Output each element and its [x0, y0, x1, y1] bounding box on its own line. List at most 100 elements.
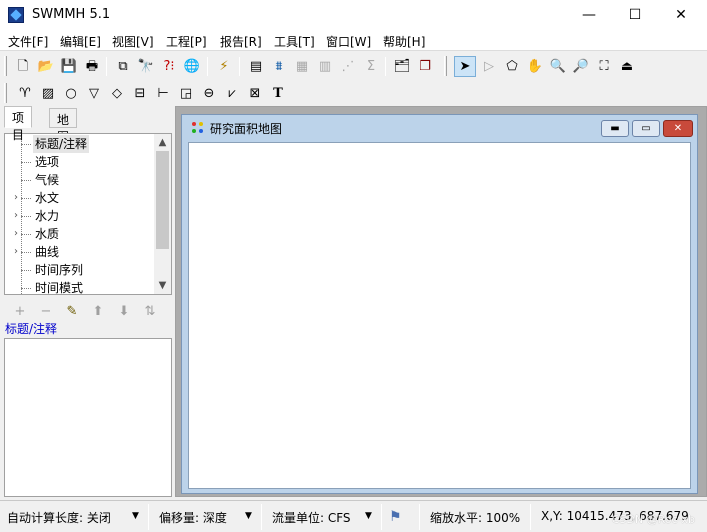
globe-icon[interactable]: 🌐	[181, 56, 203, 77]
tree-scrollbar[interactable]: ▲ ▼	[154, 134, 171, 294]
delete-object-icon[interactable]: −	[36, 303, 56, 321]
move-down-icon[interactable]: ⬇	[114, 303, 134, 321]
offsets-status[interactable]: 偏移量: 深度	[159, 509, 227, 526]
tree-item-options[interactable]: 选项	[5, 153, 155, 171]
query-icon[interactable]: ?⁝	[158, 56, 180, 77]
menu-window[interactable]: 窗口[W]	[326, 33, 371, 50]
statistics-icon[interactable]: Σ	[360, 56, 382, 77]
selected-category-label: 标题/注释	[5, 322, 58, 336]
map-minimize-button[interactable]: ▬	[601, 120, 629, 137]
tree-item-curves[interactable]: › 曲线	[5, 243, 155, 261]
orifice-icon[interactable]: ⊖	[198, 83, 220, 104]
tree-item-label: 时间序列	[35, 263, 84, 277]
app-title: SWMMH 5.1	[32, 7, 111, 22]
save-icon[interactable]: 💾	[58, 56, 80, 77]
pump-icon[interactable]: ◲	[175, 83, 197, 104]
conduit-icon[interactable]: ⊢	[152, 83, 174, 104]
tree-item-title-notes[interactable]: 标题/注释	[5, 135, 155, 153]
options-icon[interactable]: 🗂	[391, 56, 413, 77]
zoom-out-icon[interactable]: 🔎	[570, 56, 592, 77]
pan-icon[interactable]: ✋	[524, 56, 546, 77]
print-icon[interactable]: 🖶	[81, 56, 103, 77]
weir-icon[interactable]: ⩗	[221, 83, 243, 104]
edit-object-icon[interactable]: ✎	[62, 303, 82, 321]
toolbar-grip[interactable]	[4, 56, 7, 76]
open-folder-icon[interactable]: 📂	[35, 56, 57, 77]
title-bar: SWMMH 5.1 — ☐ ✕	[0, 0, 707, 31]
menu-view[interactable]: 视图[V]	[112, 33, 154, 50]
find-icon[interactable]: 🔭	[135, 56, 157, 77]
status-separator	[148, 504, 149, 530]
toolbar-grip[interactable]	[444, 56, 447, 76]
menu-report[interactable]: 报告[R]	[220, 33, 262, 50]
map-close-button[interactable]: ✕	[663, 120, 693, 137]
menu-help[interactable]: 帮助[H]	[383, 33, 425, 50]
toolbar-grip[interactable]	[4, 83, 7, 103]
map-window-titlebar[interactable]: 研究面积地图 ▬ ▭ ✕	[182, 115, 697, 141]
browser-toolbar: + − ✎ ⬆ ⬇ ⇅	[4, 300, 172, 322]
chevron-down-icon[interactable]: ▼	[245, 511, 252, 521]
close-button[interactable]: ✕	[658, 0, 704, 31]
scroll-up-icon[interactable]: ▲	[154, 134, 171, 151]
scatter-icon[interactable]: ⋰	[337, 56, 359, 77]
outlet-icon[interactable]: ⊠	[244, 83, 266, 104]
scroll-down-icon[interactable]: ▼	[154, 277, 171, 294]
chevron-down-icon[interactable]: ▼	[365, 511, 372, 521]
sort-icon[interactable]: ⇅	[140, 303, 160, 321]
chevron-down-icon[interactable]: ▼	[132, 511, 139, 521]
menu-file[interactable]: 文件[F]	[8, 33, 48, 50]
tree-item-time-patterns[interactable]: 时间模式	[5, 279, 155, 294]
junction-icon[interactable]: ○	[60, 83, 82, 104]
flow-units-status[interactable]: 流量单位: CFS	[272, 509, 351, 526]
tree-item-climatology[interactable]: 气候	[5, 171, 155, 189]
tree-item-quality[interactable]: › 水质	[5, 225, 155, 243]
menu-project[interactable]: 工程[P]	[166, 33, 207, 50]
new-file-icon[interactable]: 🗋	[12, 56, 34, 77]
arrange-windows-icon[interactable]: ❐	[414, 56, 436, 77]
menu-edit[interactable]: 编辑[E]	[60, 33, 101, 50]
tree-item-time-series[interactable]: 时间序列	[5, 261, 155, 279]
select-vertex-icon[interactable]: ▷	[478, 56, 500, 77]
copy-icon[interactable]: ⧉	[112, 56, 134, 77]
time-series-icon[interactable]: ▦	[291, 56, 313, 77]
menu-bar: 文件[F] 编辑[E] 视图[V] 工程[P] 报告[R] 工具[T] 窗口[W…	[0, 31, 707, 51]
measure-icon[interactable]: ⏏	[616, 56, 638, 77]
storage-icon[interactable]: ⊟	[129, 83, 151, 104]
profile-plot-icon[interactable]: ⩩	[268, 56, 290, 77]
map-maximize-button[interactable]: ▭	[632, 120, 660, 137]
map-canvas[interactable]	[188, 142, 691, 489]
toolbar-separator	[207, 57, 208, 76]
auto-length-status[interactable]: 自动计算长度: 关闭	[7, 509, 111, 526]
scroll-thumb[interactable]	[156, 151, 169, 249]
minimize-button[interactable]: —	[566, 0, 612, 31]
outfall-icon[interactable]: ▽	[83, 83, 105, 104]
full-extent-icon[interactable]: ⛶	[593, 56, 615, 77]
map-window-icon	[192, 122, 204, 134]
swmm-app-icon	[8, 7, 24, 23]
divider-icon[interactable]: ◇	[106, 83, 128, 104]
add-object-icon[interactable]: +	[10, 303, 30, 321]
object-list[interactable]	[4, 338, 172, 497]
report-icon[interactable]: ▤	[245, 56, 267, 77]
select-pointer-icon[interactable]: ➤	[454, 56, 476, 77]
tab-project[interactable]: 项目	[4, 106, 33, 142]
rain-gage-icon[interactable]: ♈	[14, 83, 36, 104]
subcatchment-icon[interactable]: ▨	[37, 83, 59, 104]
maximize-button[interactable]: ☐	[612, 0, 658, 31]
tree-item-hydraulics[interactable]: › 水力	[5, 207, 155, 225]
move-up-icon[interactable]: ⬆	[88, 303, 108, 321]
tab-map[interactable]: 地图	[49, 108, 78, 144]
status-separator	[530, 504, 531, 530]
table-icon[interactable]: ▥	[314, 56, 336, 77]
label-icon[interactable]: T	[267, 83, 289, 104]
tree-item-label: 水文	[35, 191, 60, 205]
tree-item-hydrology[interactable]: › 水文	[5, 189, 155, 207]
study-area-map-window[interactable]: 研究面积地图 ▬ ▭ ✕	[181, 114, 698, 494]
run-status-icon: ⚑	[389, 509, 402, 525]
select-region-icon[interactable]: ⬠	[501, 56, 523, 77]
zoom-in-icon[interactable]: 🔍	[547, 56, 569, 77]
status-separator	[261, 504, 262, 530]
run-icon[interactable]: ⚡	[213, 56, 235, 77]
menu-tools[interactable]: 工具[T]	[274, 33, 315, 50]
tree-item-label: 标题/注释	[33, 135, 90, 153]
